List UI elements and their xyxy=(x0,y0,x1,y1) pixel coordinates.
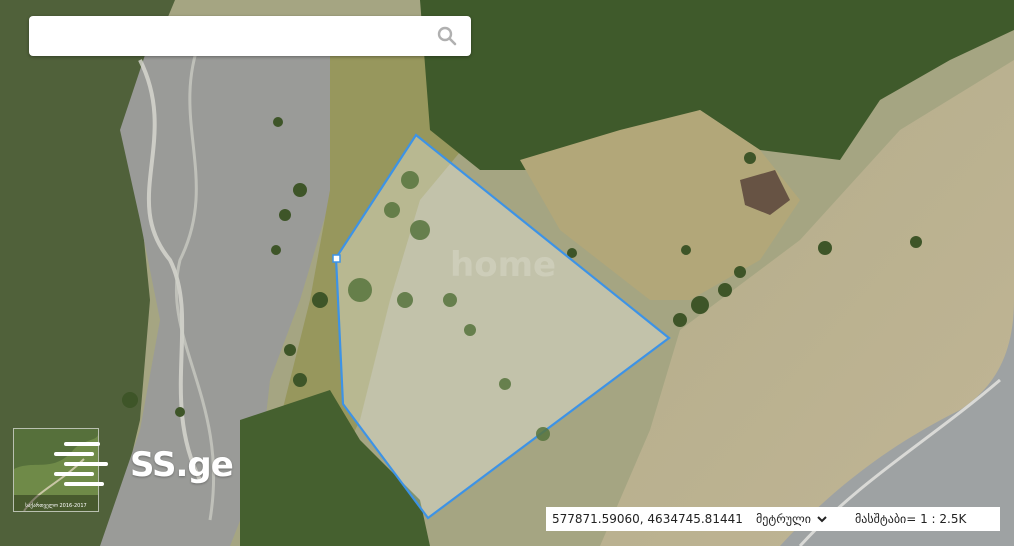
chevron-down-icon xyxy=(817,516,827,523)
vertex-handle[interactable] xyxy=(332,254,341,263)
scale-readout: მასშტაბი= 1 : 2.5K xyxy=(855,512,967,526)
minimap-caption: საქართველო 2016-2017 xyxy=(25,503,87,509)
ssge-logo: SS.ge xyxy=(52,440,234,490)
search-input[interactable] xyxy=(39,20,433,54)
status-bar: 577871.59060, 4634745.81441 მეტრული მასშ… xyxy=(546,507,1000,531)
logo-text: SS.ge xyxy=(130,445,234,485)
logo-lines-icon xyxy=(54,442,108,486)
units-label: მეტრული xyxy=(756,512,812,526)
search-box xyxy=(29,16,471,56)
watermark-text: home xyxy=(450,245,556,285)
units-select[interactable]: მეტრული xyxy=(756,512,827,526)
mouse-coordinates: 577871.59060, 4634745.81441 xyxy=(552,512,743,526)
search-icon[interactable] xyxy=(437,26,457,46)
